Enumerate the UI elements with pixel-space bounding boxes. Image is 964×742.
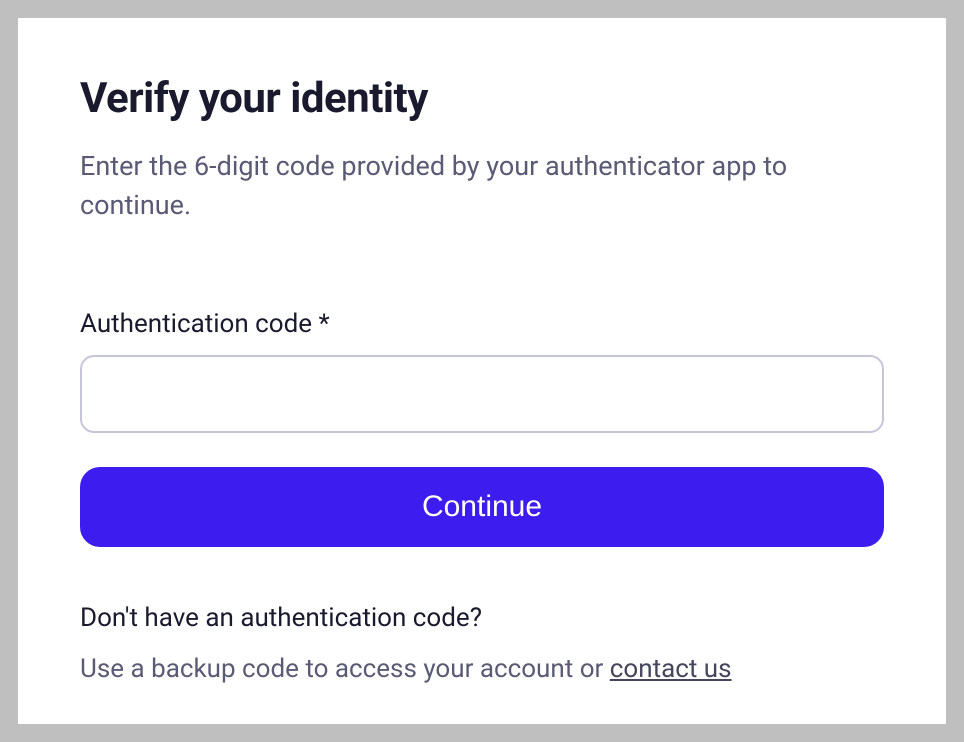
- contact-us-link[interactable]: contact us: [610, 654, 732, 684]
- help-heading: Don't have an authentication code?: [80, 603, 884, 633]
- page-title: Verify your identity: [80, 74, 884, 123]
- verify-identity-card: Verify your identity Enter the 6-digit c…: [18, 18, 946, 724]
- auth-code-label: Authentication code *: [80, 309, 884, 339]
- page-subtitle: Enter the 6-digit code provided by your …: [80, 147, 830, 225]
- help-text-prefix: Use a backup code to access your account…: [80, 654, 610, 684]
- auth-code-input[interactable]: [80, 355, 884, 433]
- continue-button[interactable]: Continue: [80, 467, 884, 547]
- help-text: Use a backup code to access your account…: [80, 651, 884, 687]
